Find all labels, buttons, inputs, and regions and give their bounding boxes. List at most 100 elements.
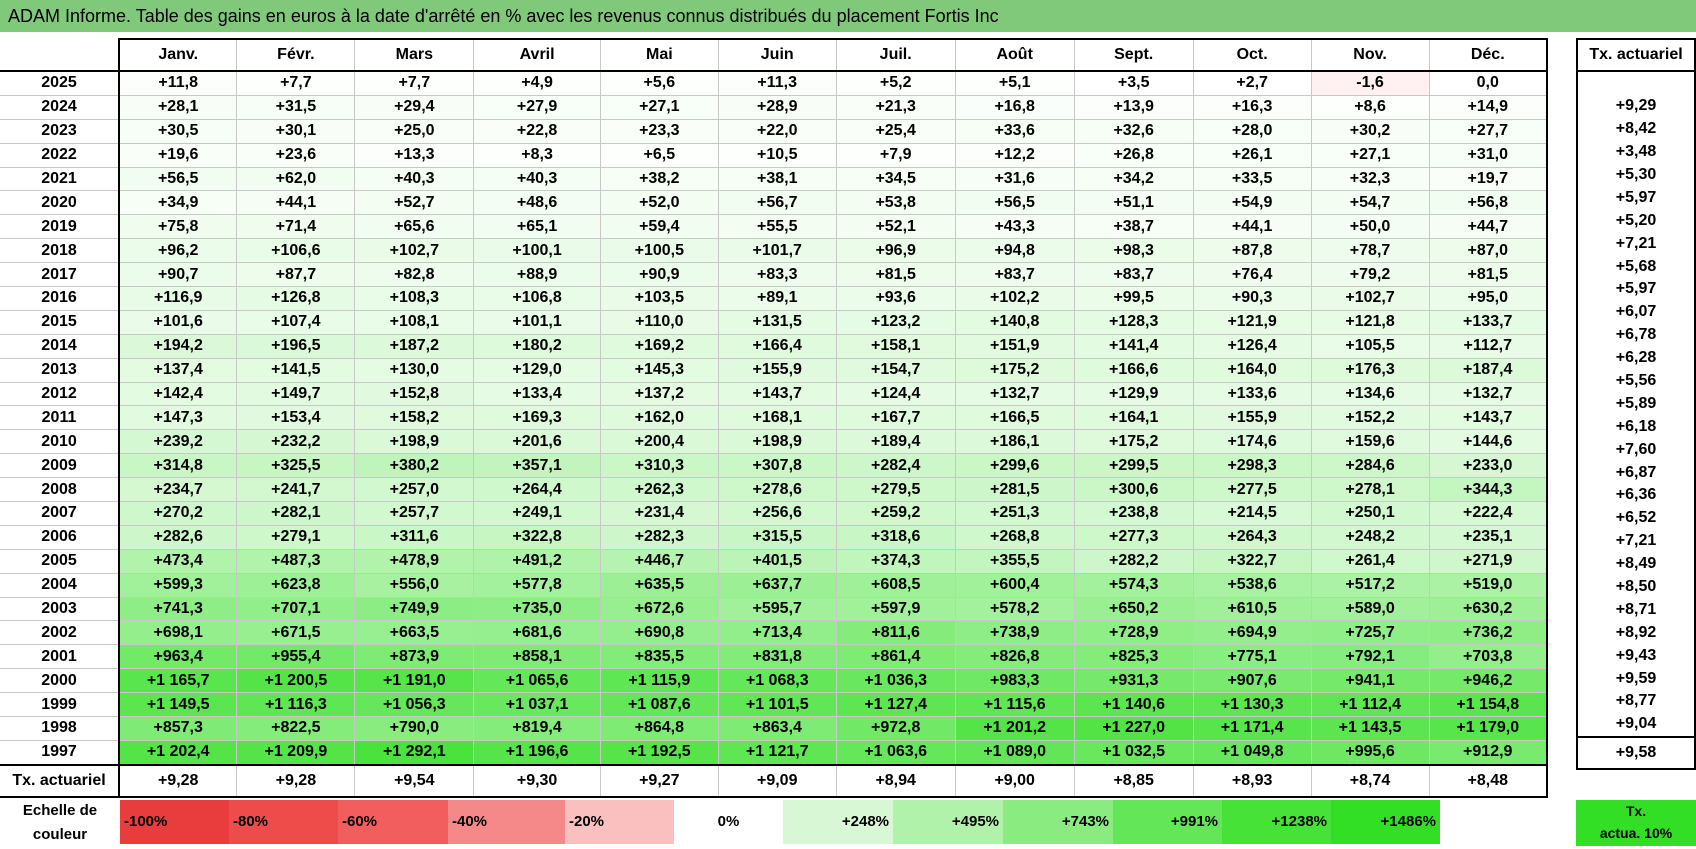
year-cell: 2023 [0, 118, 120, 144]
table-row: 2008 +234,7 +241,7 +257,0 +264,4 +262,3 +278,6… [0, 477, 1548, 503]
rate-cell: +6,07 [1576, 300, 1696, 324]
color-scale-swatch: -80% [229, 800, 338, 844]
rate-cell: +5,30 [1576, 163, 1696, 187]
gain-cell: +32,6 [1073, 118, 1194, 144]
gain-cell: +357,1 [473, 453, 601, 479]
gain-cell: +279,1 [236, 524, 356, 550]
gain-cell: +1 049,8 [1192, 739, 1312, 766]
rate-cell: +8,71 [1576, 598, 1696, 622]
rate-row: +8,49 [1576, 552, 1696, 576]
gain-cell: +44,7 [1428, 214, 1548, 240]
gain-cell: +27,1 [599, 94, 719, 120]
table-row: 2023 +30,5 +30,1 +25,0 +22,8 +23,3 +22,0 +25,4 +… [0, 118, 1548, 144]
gain-cell: +282,4 [835, 453, 956, 479]
gain-cell: +175,2 [954, 357, 1075, 383]
gain-cell: +27,1 [1310, 142, 1430, 168]
gain-cell: +108,3 [354, 286, 475, 311]
gain-cell: +28,0 [1192, 118, 1312, 144]
rate-row: +5,97 [1576, 278, 1696, 301]
gain-cell: +129,0 [473, 357, 601, 383]
gain-cell: +232,2 [236, 429, 356, 455]
gain-cell: +54,9 [1192, 190, 1312, 216]
gain-cell: +21,3 [835, 94, 956, 120]
gain-cell: +38,7 [1073, 214, 1194, 240]
gain-cell: +235,1 [1428, 524, 1548, 550]
gain-cell: +822,5 [236, 716, 356, 741]
gain-cell: +102,7 [1310, 286, 1430, 311]
gain-cell: +54,7 [1310, 190, 1430, 216]
gain-cell: +672,6 [599, 596, 719, 622]
gain-cell: +101,1 [473, 309, 601, 335]
gain-cell: +143,7 [717, 381, 837, 407]
gain-cell: +1 202,4 [118, 739, 238, 766]
rate-cell: +9,29 [1576, 94, 1696, 118]
gain-cell: +264,3 [1192, 524, 1312, 550]
gain-cell: +128,3 [1073, 309, 1194, 335]
gain-cell: +101,6 [118, 309, 238, 335]
gain-cell: +650,2 [1073, 596, 1194, 622]
gain-cell: +82,8 [354, 262, 475, 288]
actuarial-rate-table: Tx. actuariel +9,29 +8,42 +3,48 +5,30 +5,97 +… [1576, 38, 1696, 770]
gain-cell: +271,9 [1428, 548, 1548, 574]
total-rate-cell: +9,00 [954, 763, 1075, 798]
gain-cell: +811,6 [835, 620, 956, 646]
gain-cell: +268,8 [954, 524, 1075, 550]
gain-cell: +983,3 [954, 668, 1075, 694]
year-cell: 1999 [0, 692, 120, 718]
gain-cell: +13,3 [354, 142, 475, 168]
gain-cell: +574,3 [1073, 572, 1194, 598]
gain-cell: +1 063,6 [835, 739, 956, 766]
color-scale-swatch: 0% [674, 800, 783, 844]
gain-cell: +635,5 [599, 572, 719, 598]
gain-cell: +31,5 [236, 94, 356, 120]
overall-rate-cell: +9,58 [1576, 735, 1696, 770]
rate-cell: +6,78 [1576, 323, 1696, 347]
year-cell: 2014 [0, 333, 120, 359]
rate-row: +5,97 [1576, 186, 1696, 210]
rate-row: +7,60 [1576, 438, 1696, 462]
gain-cell: +106,6 [236, 238, 356, 264]
month-header: Août [954, 38, 1075, 72]
gain-cell: +25,4 [835, 118, 956, 144]
gain-cell: +198,9 [354, 429, 475, 455]
gain-cell: +671,5 [236, 620, 356, 646]
gain-cell: +133,6 [1192, 381, 1312, 407]
gain-cell: +52,1 [835, 214, 956, 240]
year-cell: 2019 [0, 214, 120, 240]
gain-cell: +694,9 [1192, 620, 1312, 646]
gain-cell: +491,2 [473, 548, 601, 574]
gain-cell: +599,3 [118, 572, 238, 598]
gain-cell: +1 179,0 [1428, 716, 1548, 741]
gain-cell: +87,8 [1192, 238, 1312, 264]
gain-cell: +556,0 [354, 572, 475, 598]
gain-cell: +65,6 [354, 214, 475, 240]
gain-cell: +100,5 [599, 238, 719, 264]
gain-cell: +826,8 [954, 644, 1075, 670]
gain-cell: +154,7 [835, 357, 956, 383]
rate-cell: +8,77 [1576, 690, 1696, 713]
gain-cell: +200,4 [599, 429, 719, 455]
gain-cell: +519,0 [1428, 572, 1548, 598]
total-rate-cell: +9,54 [354, 763, 475, 798]
year-cell: 2004 [0, 572, 120, 598]
gain-cell: +110,0 [599, 309, 719, 335]
gain-cell: +102,2 [954, 286, 1075, 311]
rate-row: +6,52 [1576, 506, 1696, 530]
gain-cell: +1 149,5 [118, 692, 238, 718]
gain-cell: +1 115,6 [954, 692, 1075, 718]
gain-cell: +281,5 [954, 477, 1075, 503]
gain-cell: +600,4 [954, 572, 1075, 598]
gain-cell: +713,4 [717, 620, 837, 646]
gain-cell: +22,8 [473, 118, 601, 144]
gain-cell: +322,7 [1192, 548, 1312, 574]
rate-cell [1576, 71, 1696, 95]
gain-cell: +40,3 [354, 166, 475, 192]
gain-cell: +248,2 [1310, 524, 1430, 550]
gain-cell: +44,1 [236, 190, 356, 216]
gain-cell: +249,1 [473, 501, 601, 526]
gain-cell: +735,0 [473, 596, 601, 622]
gain-cell: +690,8 [599, 620, 719, 646]
gain-cell: +51,1 [1073, 190, 1194, 216]
gain-cell: +1 121,7 [717, 739, 837, 766]
gain-cell: +76,4 [1192, 262, 1312, 288]
